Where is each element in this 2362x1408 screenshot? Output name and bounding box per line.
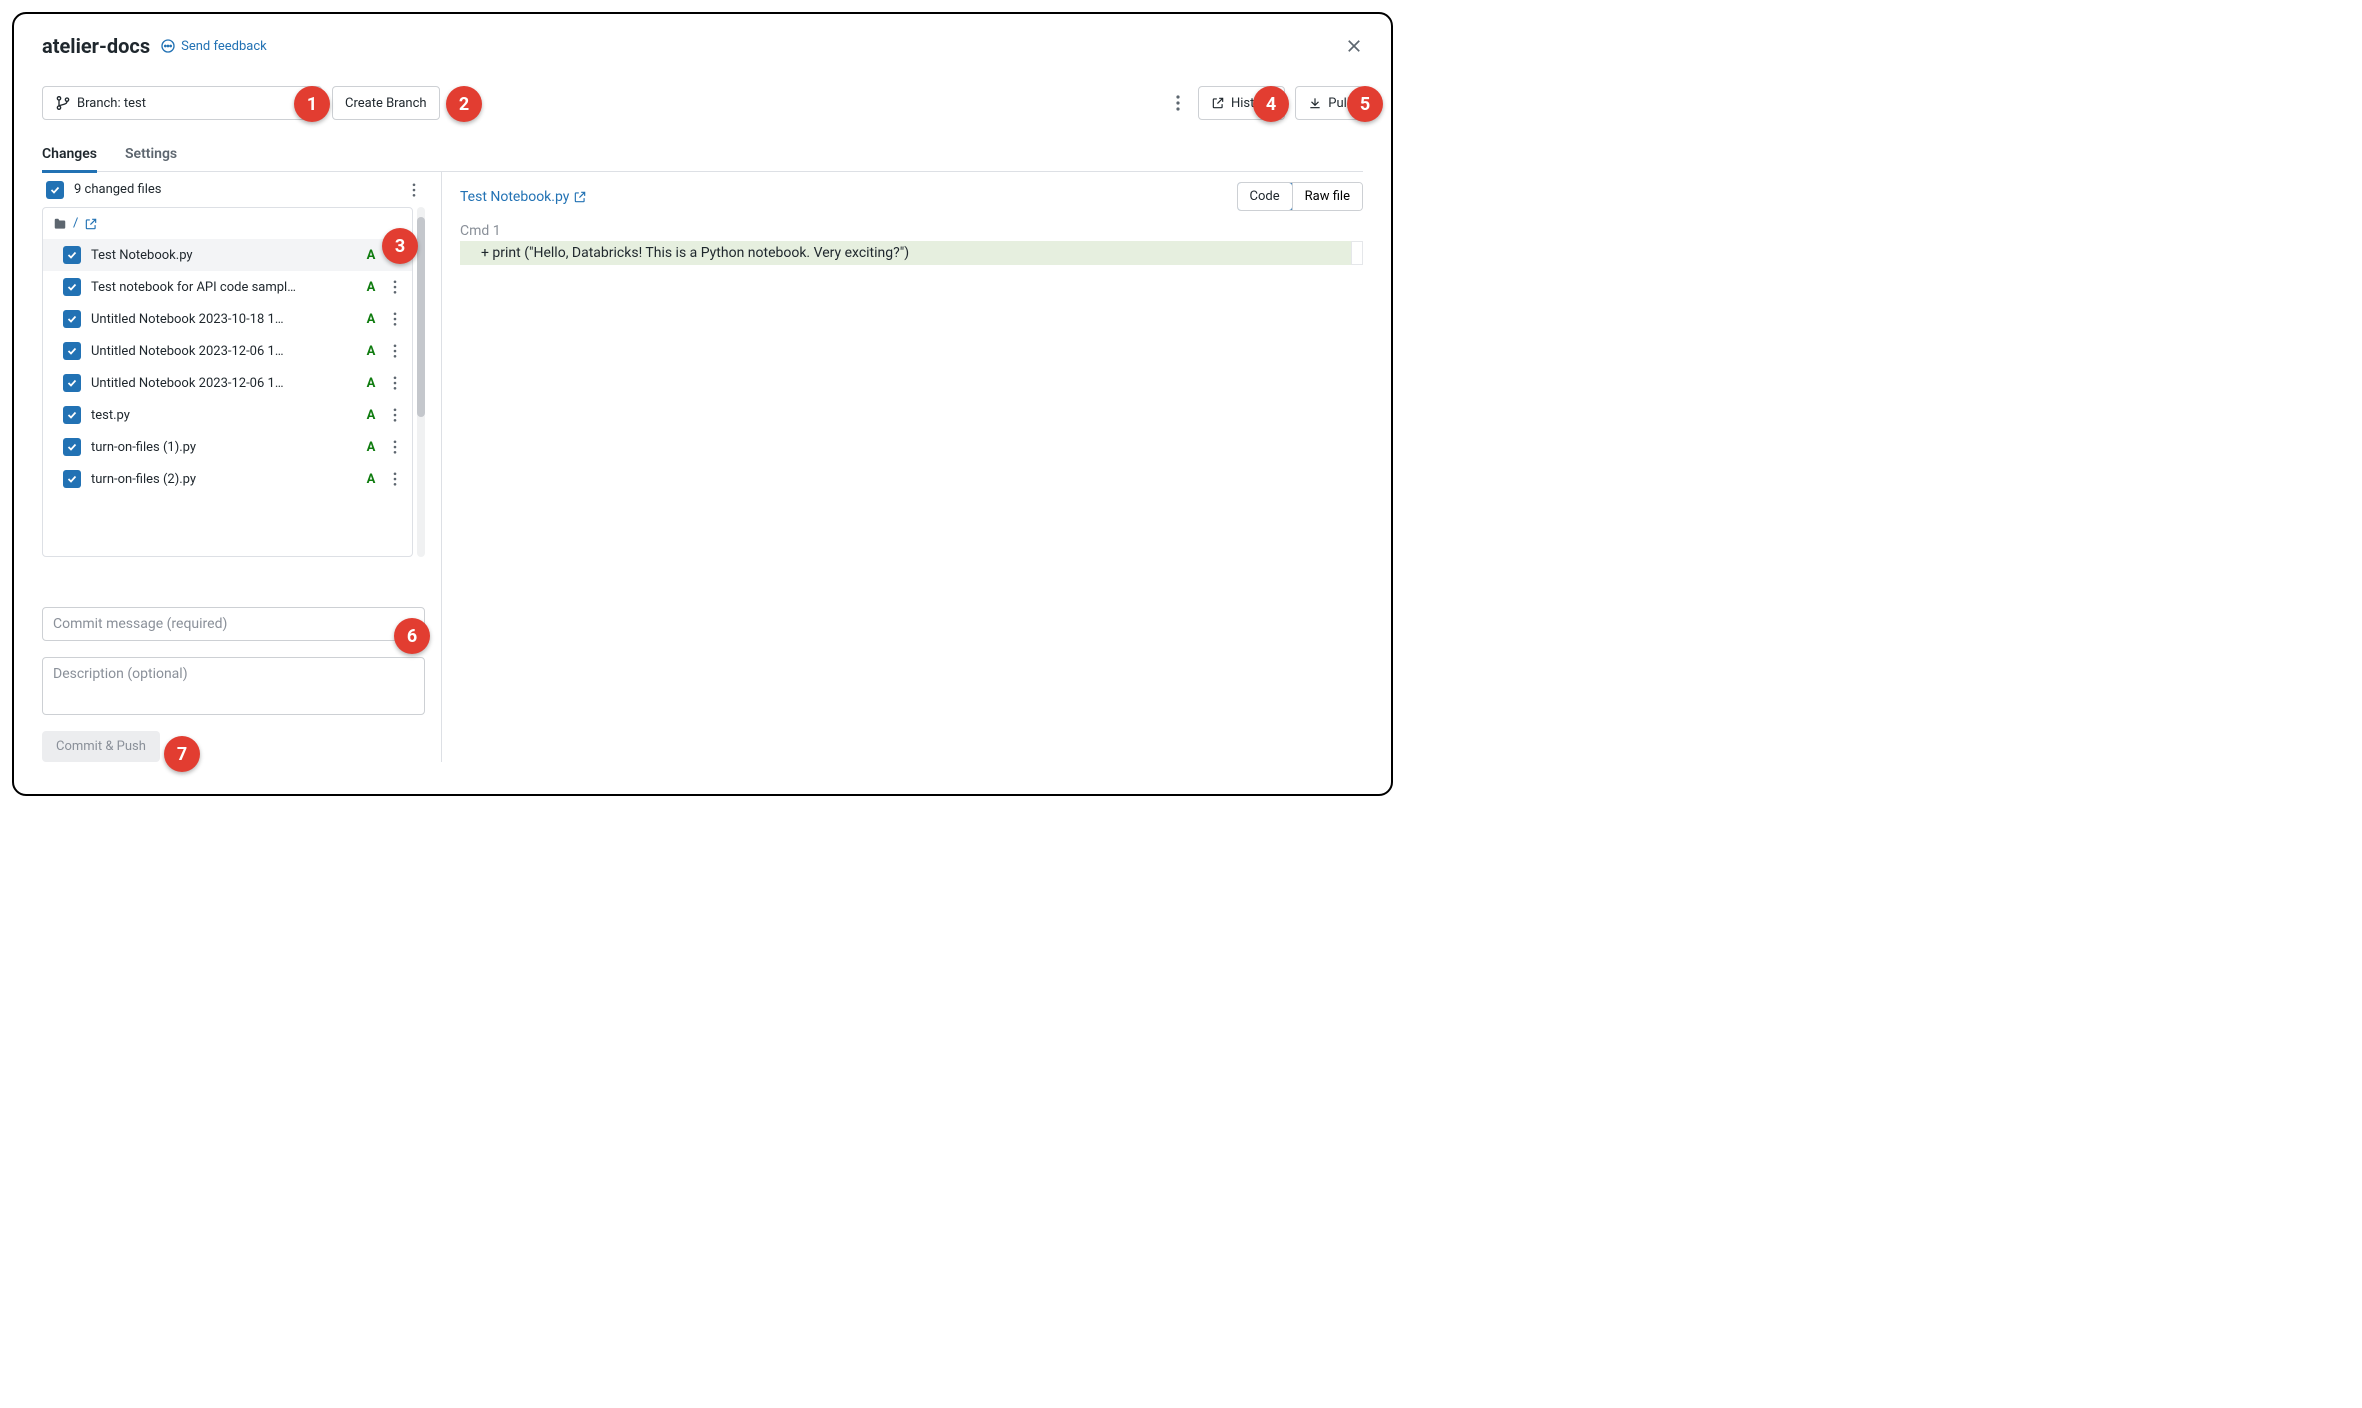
create-branch-label: Create Branch — [345, 96, 427, 111]
history-label: History — [1231, 96, 1272, 111]
file-row-overflow[interactable] — [388, 344, 402, 358]
scrollbar-thumb[interactable] — [417, 217, 425, 417]
commit-push-button[interactable]: Commit & Push — [42, 731, 160, 762]
file-row[interactable]: Test notebook for API code sampl… A — [43, 271, 412, 303]
file-name: Untitled Notebook 2023-12-06 1… — [91, 344, 354, 359]
file-checkbox[interactable] — [63, 246, 81, 264]
tabs: Changes Settings — [42, 138, 1363, 172]
file-checkbox[interactable] — [63, 374, 81, 392]
folder-path-link[interactable]: / — [73, 216, 78, 231]
send-feedback-label: Send feedback — [181, 39, 267, 54]
file-status: A — [364, 344, 378, 359]
view-code-button[interactable]: Code — [1237, 182, 1293, 211]
header-left: atelier-docs Send feedback — [42, 34, 267, 58]
commit-description-input[interactable] — [42, 657, 425, 715]
file-name: test.py — [91, 408, 354, 423]
external-link-icon — [1211, 96, 1225, 110]
file-row[interactable]: Untitled Notebook 2023-10-18 1… A — [43, 303, 412, 335]
external-link-icon[interactable] — [84, 217, 98, 231]
file-row[interactable]: Test Notebook.py A — [43, 239, 412, 271]
dialog-header: atelier-docs Send feedback — [42, 34, 1363, 58]
file-row-overflow[interactable] — [388, 472, 402, 486]
toolbar: Branch: test Create Branch History Pull — [42, 86, 1363, 120]
toolbar-overflow-button[interactable] — [1168, 86, 1188, 120]
file-name: turn-on-files (2).py — [91, 472, 354, 487]
external-link-icon — [573, 190, 587, 204]
file-name: Test Notebook.py — [91, 248, 354, 263]
file-row[interactable]: turn-on-files (1).py A — [43, 431, 412, 463]
git-dialog: atelier-docs Send feedback Branch: test … — [12, 12, 1393, 796]
folder-row: / — [43, 208, 412, 239]
file-status: A — [364, 312, 378, 327]
send-feedback-link[interactable]: Send feedback — [160, 38, 267, 54]
file-status: A — [364, 472, 378, 487]
file-row-overflow[interactable] — [388, 440, 402, 454]
diff-cmd-label: Cmd 1 — [460, 221, 1363, 241]
file-row[interactable]: Untitled Notebook 2023-12-06 1… A — [43, 367, 412, 399]
file-name: Test notebook for API code sampl… — [91, 280, 354, 295]
file-row-overflow[interactable] — [388, 312, 402, 326]
chevron-down-icon — [297, 97, 309, 109]
changed-files-header: 9 changed files — [42, 172, 425, 207]
tab-settings[interactable]: Settings — [125, 138, 177, 171]
file-tree-panel: / Test Notebook.pyATest notebook for API… — [42, 207, 413, 557]
file-checkbox[interactable] — [63, 406, 81, 424]
download-icon — [1308, 96, 1322, 110]
file-list: Test Notebook.pyATest notebook for API c… — [43, 239, 412, 495]
commit-message-input[interactable] — [42, 607, 425, 641]
file-status: A — [364, 280, 378, 295]
file-row[interactable]: turn-on-files (2).py A — [43, 463, 412, 495]
scrollbar[interactable] — [417, 207, 425, 557]
changes-sidebar: 9 changed files / Test Notebook.pyATest … — [42, 172, 442, 762]
select-all-checkbox[interactable] — [46, 181, 64, 199]
file-checkbox[interactable] — [63, 342, 81, 360]
main-split: 9 changed files / Test Notebook.pyATest … — [42, 172, 1363, 762]
file-status: A — [364, 376, 378, 391]
file-row-overflow[interactable] — [388, 408, 402, 422]
file-status: A — [364, 440, 378, 455]
file-name: Untitled Notebook 2023-10-18 1… — [91, 312, 354, 327]
file-checkbox[interactable] — [63, 438, 81, 456]
close-icon[interactable] — [1345, 37, 1363, 55]
pull-button[interactable]: Pull — [1295, 86, 1363, 120]
file-checkbox[interactable] — [63, 470, 81, 488]
diff-view-toggle: Code Raw file — [1237, 182, 1363, 211]
file-row[interactable]: test.py A — [43, 399, 412, 431]
tab-changes[interactable]: Changes — [42, 138, 97, 173]
file-row-overflow[interactable] — [388, 376, 402, 390]
folder-icon — [53, 217, 67, 231]
file-row[interactable]: Untitled Notebook 2023-12-06 1… A — [43, 335, 412, 367]
file-checkbox[interactable] — [63, 310, 81, 328]
diff-file-link[interactable]: Test Notebook.py — [460, 189, 587, 205]
chat-icon — [160, 38, 176, 54]
file-checkbox[interactable] — [63, 278, 81, 296]
changed-files-count: 9 changed files — [74, 182, 161, 197]
diff-header: Test Notebook.py Code Raw file — [460, 182, 1363, 211]
file-row-overflow[interactable] — [388, 280, 402, 294]
diff-body: Cmd 1 + print ("Hello, Databricks! This … — [460, 221, 1363, 265]
file-status: A — [364, 248, 378, 263]
diff-added-line: + print ("Hello, Databricks! This is a P… — [460, 241, 1351, 265]
branch-label: Branch: test — [77, 96, 146, 111]
create-branch-button[interactable]: Create Branch — [332, 86, 440, 120]
kebab-icon — [1176, 95, 1180, 111]
file-name: Untitled Notebook 2023-12-06 1… — [91, 376, 354, 391]
branch-selector[interactable]: Branch: test — [42, 86, 322, 120]
repo-title: atelier-docs — [42, 34, 150, 58]
git-branch-icon — [55, 95, 71, 111]
file-status: A — [364, 408, 378, 423]
diff-panel: Test Notebook.py Code Raw file Cmd 1 + p… — [442, 172, 1363, 762]
view-raw-button[interactable]: Raw file — [1293, 183, 1362, 210]
file-row-overflow[interactable] — [388, 248, 402, 262]
commit-form: Commit & Push — [42, 607, 425, 762]
file-name: turn-on-files (1).py — [91, 440, 354, 455]
pull-label: Pull — [1328, 96, 1350, 111]
changed-files-overflow[interactable] — [407, 183, 421, 197]
diff-file-name: Test Notebook.py — [460, 189, 569, 205]
history-button[interactable]: History — [1198, 86, 1285, 120]
